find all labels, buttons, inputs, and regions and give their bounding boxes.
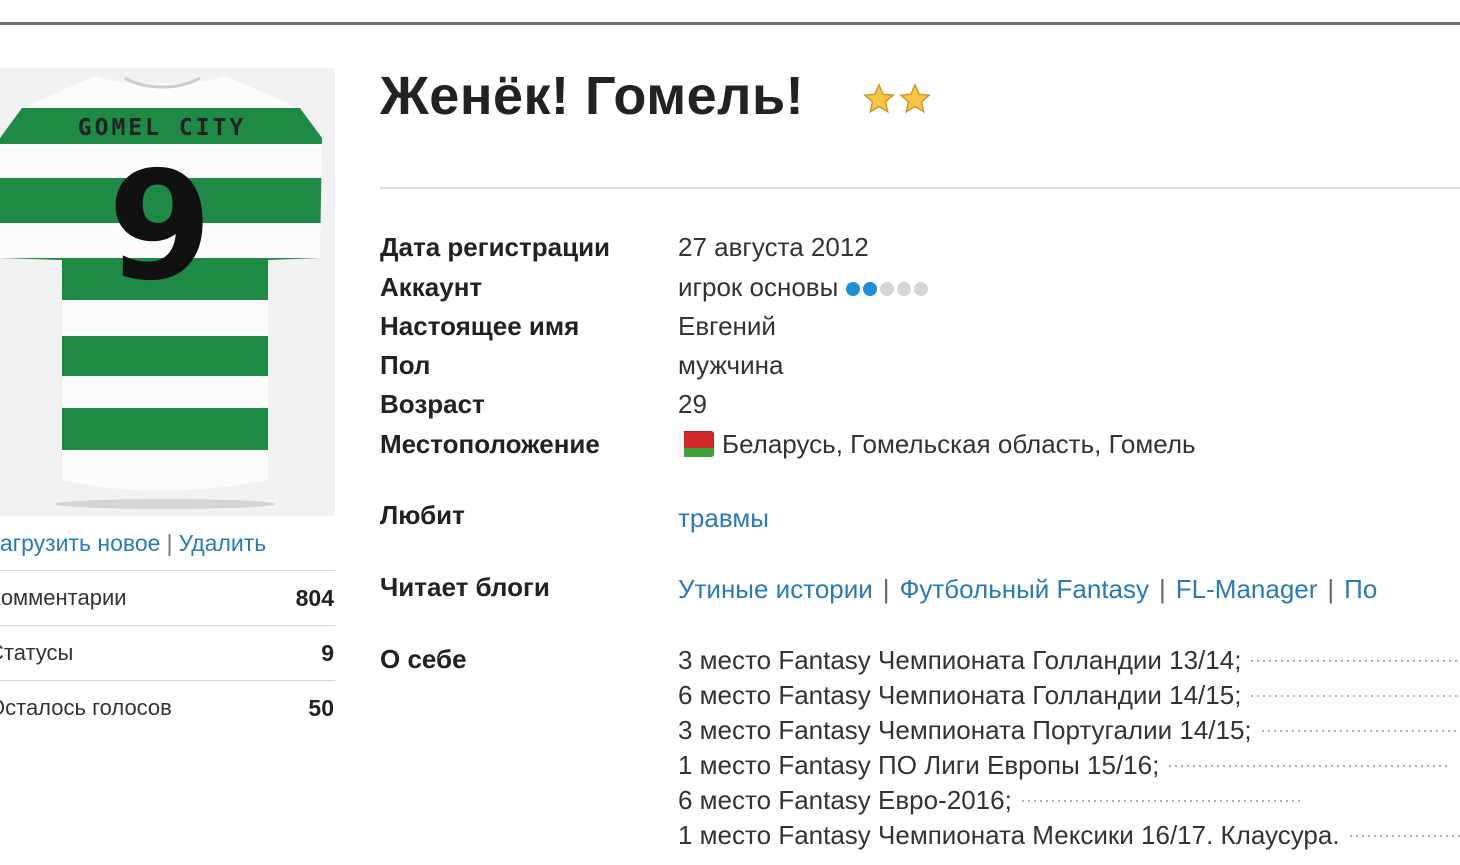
about-line: 3 место Fantasy Чемпионата Голландии 13/…: [678, 643, 1460, 678]
level-dot-empty: [880, 282, 895, 297]
about-line: 6 место Fantasy Евро-2016;: [678, 783, 1460, 818]
likes-label: Любит: [380, 500, 465, 530]
rating-stars: [862, 82, 932, 116]
blog-link[interactable]: Футбольный Fantasy: [900, 574, 1149, 604]
location-label: Местоположение: [380, 429, 600, 459]
account-rank: игрок основы: [678, 272, 839, 302]
account-value: игрок основы: [678, 272, 929, 303]
stat-label: Статусы: [0, 640, 74, 665]
title-divider: [380, 187, 1460, 189]
shirt-number: 9: [108, 140, 212, 314]
gender-value: мужчина: [678, 350, 784, 380]
separator: |: [1327, 574, 1335, 604]
stat-statuses[interactable]: Статусы 9: [0, 625, 335, 680]
real-name-value: Евгений: [678, 311, 776, 341]
blog-link[interactable]: По: [1344, 574, 1377, 604]
separator: |: [166, 530, 173, 556]
stat-value: 9: [321, 639, 334, 666]
level-dot-empty: [897, 282, 912, 297]
stat-label: Комментарии: [0, 585, 127, 610]
stat-votes-left: Осталось голосов 50: [0, 680, 335, 735]
separator: |: [882, 574, 890, 604]
blog-link[interactable]: Утиные истории: [678, 574, 873, 604]
star-icon: [899, 83, 931, 114]
stat-value: 50: [308, 694, 334, 721]
profile-title: Женёк! Гомель!: [380, 66, 805, 126]
about-label: О себе: [380, 644, 467, 674]
level-dot-filled: [846, 282, 861, 297]
about-line: 1 место Fantasy ПО Лиги Европы 15/16;: [678, 748, 1460, 783]
star-icon: [863, 83, 895, 114]
gender-label: Пол: [380, 350, 431, 380]
belarus-flag-icon: [678, 431, 714, 457]
stat-comments[interactable]: Комментарии 804: [0, 570, 335, 625]
blogs-label: Читает блоги: [380, 572, 550, 602]
avatar-image: GOMEL CITY 9: [0, 68, 335, 516]
real-name-label: Настоящее имя: [380, 311, 580, 341]
about-text: 3 место Fantasy Чемпионата Голландии 13/…: [678, 643, 1460, 853]
account-label: Аккаунт: [380, 272, 483, 302]
about-line: 1 место Fantasy Чемпионата Мексики 16/17…: [678, 818, 1460, 853]
avatar-actions: Загрузить новое | Удалить: [0, 530, 266, 557]
about-line: 6 место Fantasy Чемпионата Голландии 14/…: [678, 678, 1460, 713]
stat-label: Осталось голосов: [0, 695, 172, 720]
profile-stats: Комментарии 804 Статусы 9 Осталось голос…: [0, 570, 335, 735]
location-text: Беларусь, Гомельская область, Гомель: [722, 429, 1196, 459]
separator: |: [1159, 574, 1166, 604]
likes-link[interactable]: травмы: [678, 503, 769, 534]
delete-avatar-link[interactable]: Удалить: [178, 530, 266, 556]
blogs-list: Утиные истории | Футбольный Fantasy | FL-Man…: [678, 574, 1377, 605]
jersey-illustration: GOMEL CITY 9: [0, 68, 335, 516]
age-value: 29: [678, 389, 707, 419]
level-dot-filled: [863, 282, 878, 297]
age-label: Возраст: [380, 389, 485, 419]
blog-link[interactable]: FL-Manager: [1176, 574, 1318, 604]
registration-label: Дата регистрации: [380, 232, 611, 262]
account-level-indicator: [846, 282, 929, 297]
level-dot-empty: [914, 282, 929, 297]
registration-value: 27 августа 2012: [678, 232, 869, 262]
top-divider: [0, 22, 1460, 25]
shirt-text: GOMEL CITY: [78, 115, 246, 141]
upload-avatar-link[interactable]: Загрузить новое: [0, 530, 160, 556]
about-line: 3 место Fantasy Чемпионата Португалии 14…: [678, 713, 1460, 748]
stat-value: 804: [295, 584, 334, 611]
location-value: Беларусь, Гомельская область, Гомель: [678, 429, 1196, 460]
